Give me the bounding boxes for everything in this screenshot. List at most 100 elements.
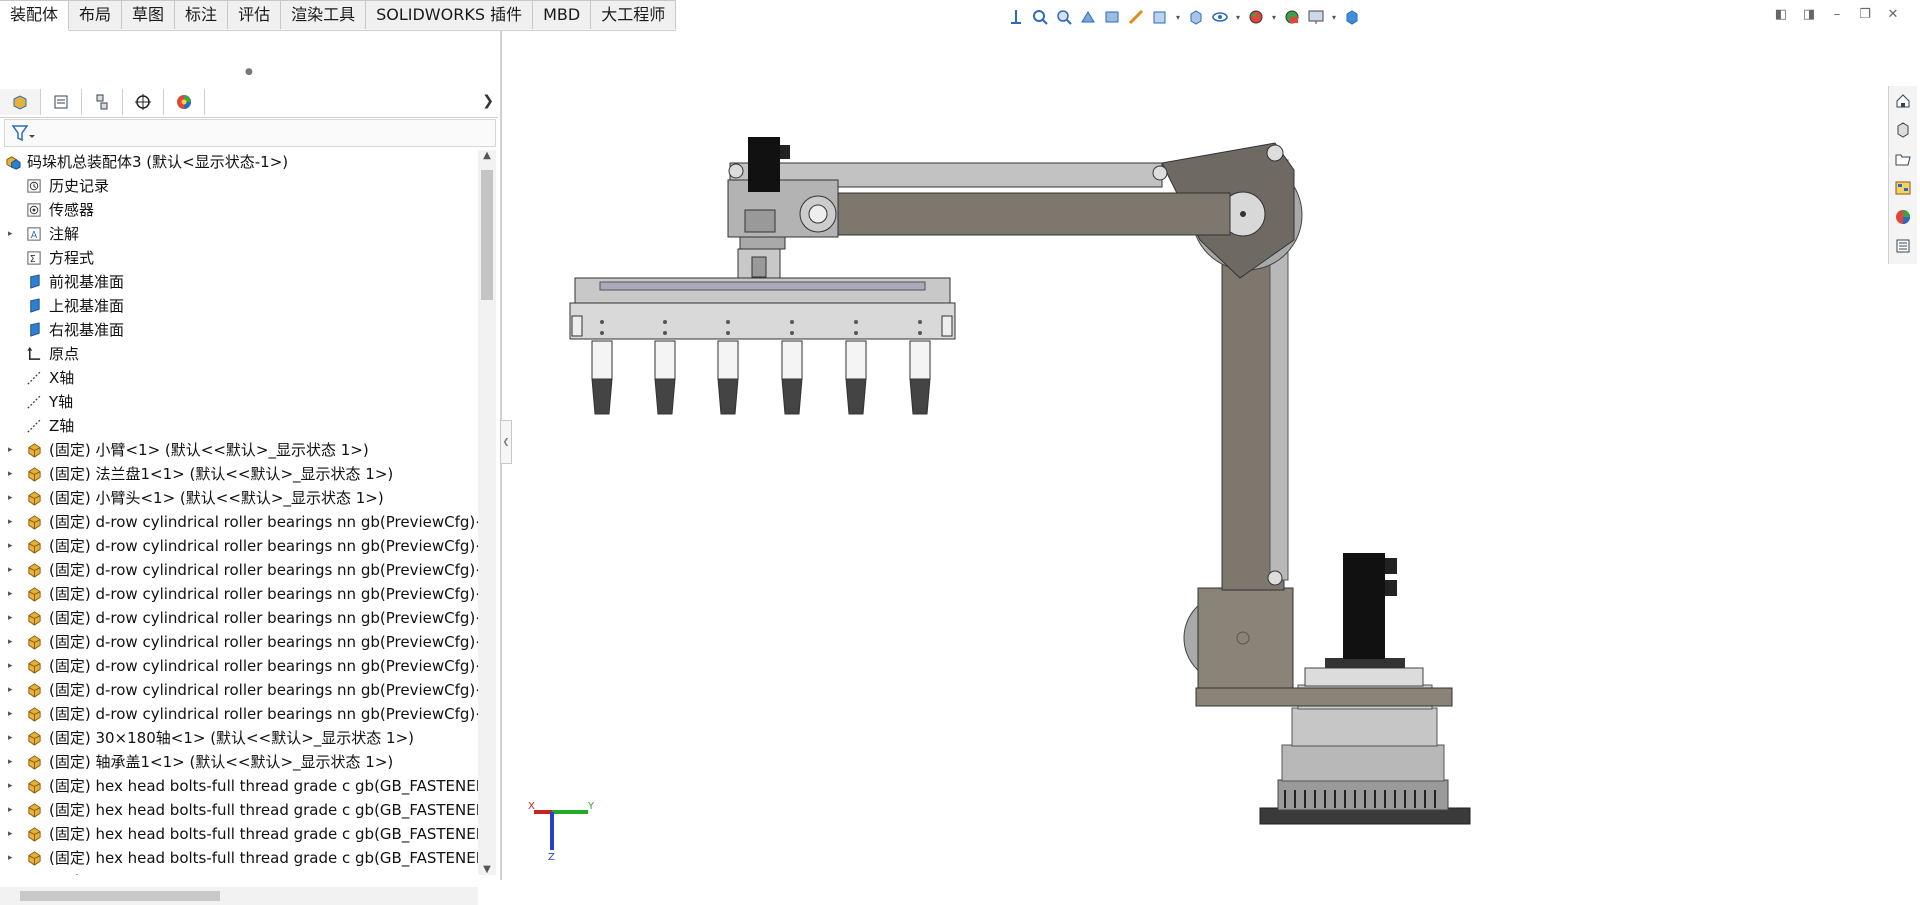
expand-arrow-icon[interactable]: ▸: [8, 486, 18, 510]
tree-item[interactable]: ▸ (固定) hex head bolts-full thread grade c…: [0, 774, 478, 798]
tree-item[interactable]: Σ 方程式: [0, 246, 478, 270]
solidworks-resources-icon[interactable]: [1894, 92, 1912, 110]
file-explorer-icon[interactable]: [1894, 150, 1912, 168]
tree-item[interactable]: 传感器: [0, 198, 478, 222]
expand-arrow-icon[interactable]: ▸: [8, 462, 18, 486]
expand-arrow-icon[interactable]: ▸: [8, 822, 18, 846]
expand-arrow-icon[interactable]: ▸: [8, 534, 18, 558]
tree-root-assembly[interactable]: 码垛机总装配体3 (默认<显示状态-1>): [0, 150, 478, 174]
display-manager-tab[interactable]: [164, 89, 205, 115]
command-tab-3[interactable]: 标注: [175, 0, 229, 29]
dimxpert-icon[interactable]: [134, 93, 152, 111]
zoom-to-fit-button[interactable]: [1029, 6, 1051, 28]
tree-item[interactable]: ▸ (固定) 轴承盖1<1> (默认<<默认>_显示状态 1>): [0, 750, 478, 774]
tree-item[interactable]: ▸ (固定) d-row cylindrical roller bearings …: [0, 702, 478, 726]
dynamic-annotation-button[interactable]: [1125, 6, 1147, 28]
view-palette-icon[interactable]: [1894, 179, 1912, 197]
view-orientation-icon[interactable]: [1007, 8, 1025, 26]
tree-item[interactable]: 原点: [0, 342, 478, 366]
configurationmanager-tab[interactable]: [82, 89, 123, 115]
tree-item[interactable]: 右视基准面: [0, 318, 478, 342]
display-style-button[interactable]: [1185, 6, 1207, 28]
tree-item[interactable]: X轴: [0, 366, 478, 390]
tree-horizontal-scrollbar[interactable]: [0, 887, 478, 905]
display-manager-icon[interactable]: [175, 93, 193, 111]
expand-arrow-icon[interactable]: ▸: [8, 582, 18, 606]
expand-arrow-icon[interactable]: ▸: [8, 606, 18, 630]
command-tab-2[interactable]: 草图: [122, 0, 176, 29]
dropdown-caret-icon[interactable]: ▾: [1173, 13, 1183, 22]
appearances-icon[interactable]: [1894, 208, 1912, 226]
section-view-button[interactable]: [1101, 6, 1123, 28]
restore-icon[interactable]: ❐: [1856, 6, 1874, 24]
tree-item[interactable]: 上视基准面: [0, 294, 478, 318]
expand-arrow-icon[interactable]: ▸: [8, 726, 18, 750]
tile-left-icon[interactable]: ◧: [1772, 6, 1790, 24]
expand-arrow-icon[interactable]: ▸: [8, 846, 18, 870]
tree-item[interactable]: ▸ (固定) hex head bolts-full thread grade c…: [0, 846, 478, 870]
zoom-area-icon[interactable]: [1055, 8, 1073, 26]
vertical-scroll-thumb[interactable]: [481, 170, 493, 300]
tree-item[interactable]: ▸ (固定) d-row cylindrical roller bearings …: [0, 678, 478, 702]
featuremanager-icon[interactable]: [11, 93, 29, 111]
pane-expand-chevron-icon[interactable]: ❯: [482, 93, 494, 109]
dynamic-annotation-icon[interactable]: [1127, 8, 1145, 26]
expand-arrow-icon[interactable]: ▸: [8, 774, 18, 798]
dropdown-caret-icon[interactable]: ▾: [1329, 13, 1339, 22]
tree-item[interactable]: ▸ (固定) d-row cylindrical roller bearings …: [0, 558, 478, 582]
tree-item[interactable]: ▸ (固定) d-row cylindrical roller bearings …: [0, 582, 478, 606]
apply-scene-icon[interactable]: [1283, 8, 1301, 26]
view-orientation-dropdown-button[interactable]: [1149, 6, 1171, 28]
custom-properties-tab[interactable]: [1889, 231, 1917, 260]
zoom-to-fit-icon[interactable]: [1031, 8, 1049, 26]
dropdown-caret-icon[interactable]: ▾: [1233, 13, 1243, 22]
expand-arrow-icon[interactable]: ▸: [8, 654, 18, 678]
tree-item[interactable]: ▸ (固定) hex head bolts-full thread grade c…: [0, 822, 478, 846]
tree-item[interactable]: ▸ (固定) 30×180轴<1> (默认<<默认>_显示状态 1>): [0, 726, 478, 750]
command-tab-0[interactable]: 装配体: [0, 0, 70, 31]
zoom-area-button[interactable]: [1053, 6, 1075, 28]
tree-item[interactable]: Z轴: [0, 414, 478, 438]
expand-arrow-icon[interactable]: ▸: [8, 702, 18, 726]
design-library-tab[interactable]: [1889, 115, 1917, 144]
expand-arrow-icon[interactable]: ▸: [8, 798, 18, 822]
expand-arrow-icon[interactable]: ▸: [8, 870, 18, 875]
close-icon[interactable]: ✕: [1884, 6, 1902, 24]
tree-item[interactable]: ▸ A 注解: [0, 222, 478, 246]
view-palette-tab[interactable]: [1889, 173, 1917, 202]
previous-view-button[interactable]: [1077, 6, 1099, 28]
appearances-tab[interactable]: [1889, 202, 1917, 231]
tree-item[interactable]: ▸ (固定) 小臂头<1> (默认<<默认>_显示状态 1>): [0, 486, 478, 510]
file-explorer-tab[interactable]: [1889, 144, 1917, 173]
tree-item[interactable]: ▸ (固定) d-row cylindrical roller bearings …: [0, 654, 478, 678]
expand-arrow-icon[interactable]: ▸: [8, 438, 18, 462]
expand-arrow-icon[interactable]: ▸: [8, 750, 18, 774]
3d-view-button[interactable]: [1341, 6, 1363, 28]
command-tab-8[interactable]: 大工程师: [591, 0, 677, 29]
robot-assembly-model[interactable]: [504, 31, 1884, 880]
view-settings-icon[interactable]: [1307, 8, 1325, 26]
tree-item[interactable]: Y轴: [0, 390, 478, 414]
propertymanager-tab[interactable]: [41, 89, 82, 115]
command-tab-6[interactable]: SOLIDWORKS 插件: [366, 0, 534, 29]
dropdown-caret-icon[interactable]: ▾: [1269, 13, 1279, 22]
pane-grip-icon[interactable]: ●: [245, 67, 253, 77]
expand-arrow-icon[interactable]: ▸: [8, 510, 18, 534]
solidworks-resources-tab[interactable]: [1889, 86, 1917, 115]
hide-show-items-button[interactable]: [1209, 6, 1231, 28]
propertymanager-icon[interactable]: [52, 93, 70, 111]
tree-item[interactable]: ▸ (固定) d-row cylindrical roller bearings …: [0, 534, 478, 558]
expand-arrow-icon[interactable]: ▸: [8, 678, 18, 702]
configurationmanager-icon[interactable]: [93, 93, 111, 111]
design-library-icon[interactable]: [1894, 121, 1912, 139]
featuremanager-tab[interactable]: [0, 89, 41, 115]
tree-item[interactable]: ▸ (固定) d-row cylindrical roller bearings …: [0, 630, 478, 654]
edit-appearance-button[interactable]: [1245, 6, 1267, 28]
3d-view-icon[interactable]: [1343, 8, 1361, 26]
edit-appearance-icon[interactable]: [1247, 8, 1265, 26]
apply-scene-button[interactable]: [1281, 6, 1303, 28]
filter-icon[interactable]: [11, 123, 37, 143]
tree-item[interactable]: ▸ (固定) d-row cylindrical roller bearings …: [0, 606, 478, 630]
command-tab-4[interactable]: 评估: [228, 0, 282, 29]
tree-item[interactable]: ▸ (固定) 法兰盘1<1> (默认<<默认>_显示状态 1>): [0, 462, 478, 486]
